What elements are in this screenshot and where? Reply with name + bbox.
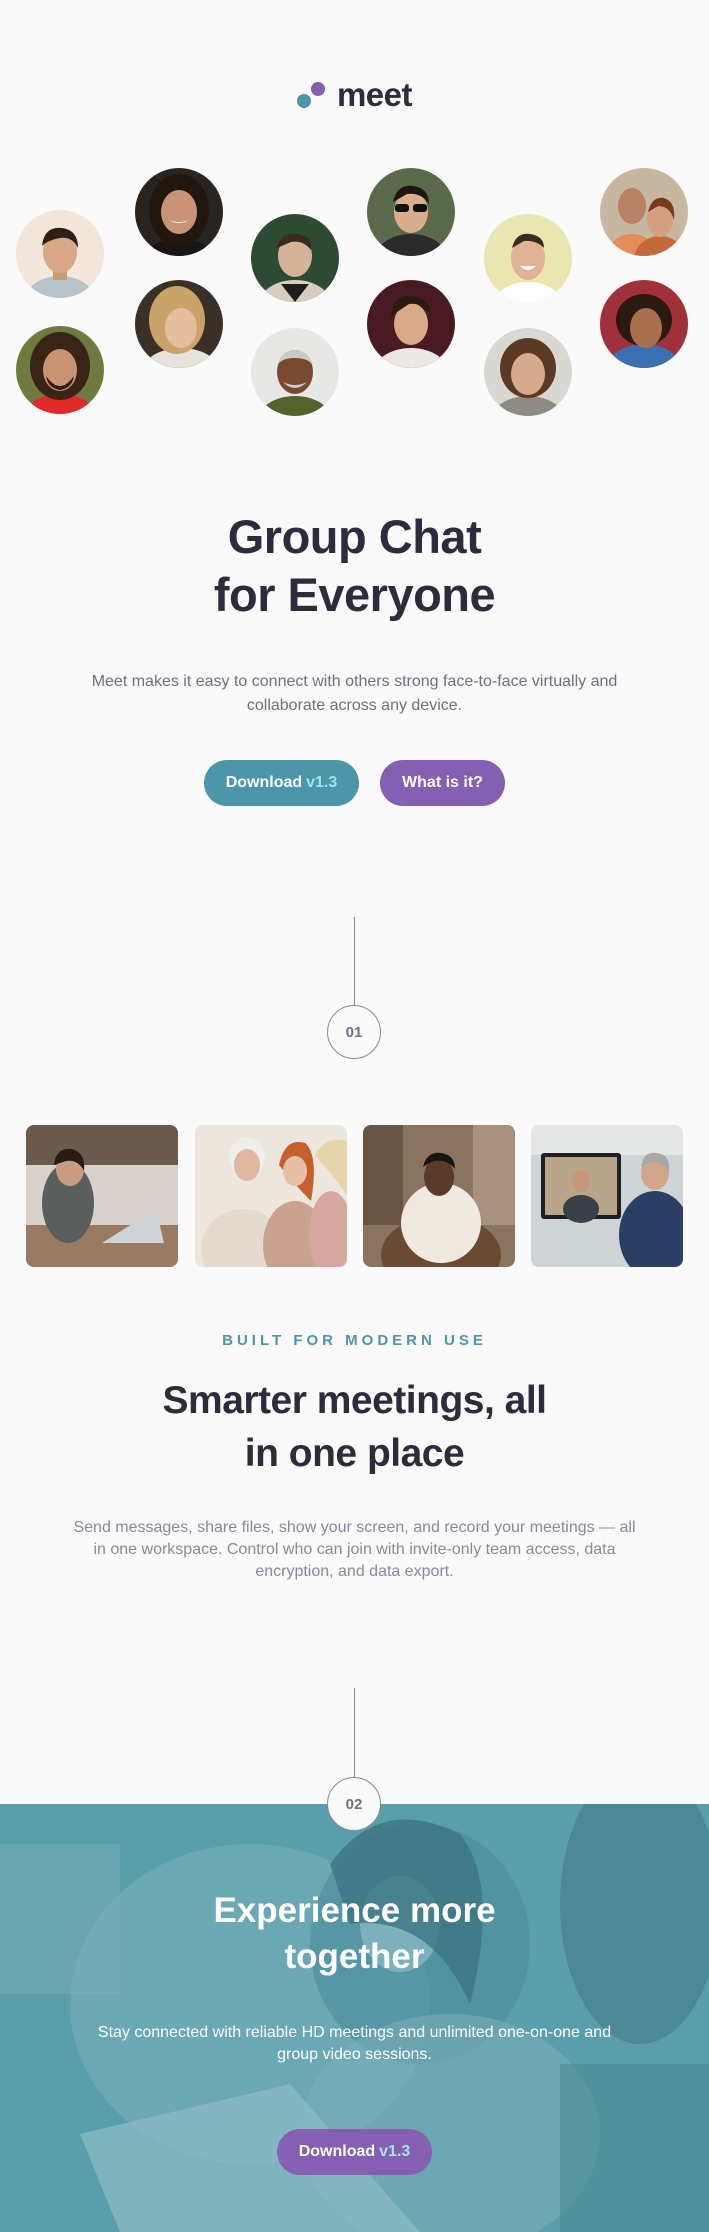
avatar: [251, 214, 339, 302]
features-eyebrow: BUILT FOR MODERN USE: [222, 1332, 487, 1349]
avatar: [600, 168, 688, 256]
logo-text: meet: [336, 76, 413, 113]
avatar: [16, 326, 104, 414]
avatar: [600, 280, 688, 368]
hero-description: Meet makes it easy to connect with other…: [91, 673, 618, 714]
banner-download-button[interactable]: Download v1.3: [277, 2129, 432, 2175]
hero-title: Group Chat for Everyone: [0, 508, 709, 624]
avatar: [135, 280, 223, 368]
step-02-number: 02: [345, 1795, 363, 1813]
avatar: [484, 214, 572, 302]
banner-title-line2: together: [284, 1937, 425, 1976]
download-button-label: Download: [225, 774, 303, 791]
banner-description: Stay connected with reliable HD meetings…: [97, 2024, 612, 2063]
banner-download-version: v1.3: [379, 2143, 411, 2160]
what-is-it-button-label: What is it?: [402, 774, 483, 791]
features-description: Send messages, share files, show your sc…: [73, 1519, 636, 1580]
avatar: [251, 328, 339, 416]
photo-women-phone: [195, 1125, 347, 1267]
avatar: [367, 280, 455, 368]
hero-title-line1: Group Chat: [227, 510, 482, 563]
step-01-badge: 01: [327, 1005, 381, 1059]
features-title-line1: Smarter meetings, all: [162, 1379, 548, 1422]
logo-mark-icon: [296, 80, 327, 110]
avatar: [367, 168, 455, 256]
photo-man-phone: [363, 1125, 515, 1267]
logo[interactable]: meet: [0, 76, 709, 114]
banner-download-label: Download: [298, 2143, 376, 2160]
avatar: [16, 210, 104, 298]
banner-title-line1: Experience more: [213, 1891, 496, 1930]
avatar: [135, 168, 223, 256]
step-01-number: 01: [345, 1023, 363, 1041]
download-button[interactable]: Download v1.3: [204, 760, 359, 806]
photo-woman-laptop: [26, 1125, 178, 1267]
features-title-line2: in one place: [244, 1432, 465, 1475]
banner-title: Experience more together: [0, 1888, 709, 1980]
step-02-badge: 02: [327, 1777, 381, 1831]
download-version: v1.3: [306, 774, 338, 791]
photo-video-call: [531, 1125, 683, 1267]
avatar: [484, 328, 572, 416]
what-is-it-button[interactable]: What is it?: [380, 760, 505, 806]
features-title: Smarter meetings, all in one place: [0, 1374, 709, 1480]
hero-title-line2: for Everyone: [213, 568, 496, 621]
